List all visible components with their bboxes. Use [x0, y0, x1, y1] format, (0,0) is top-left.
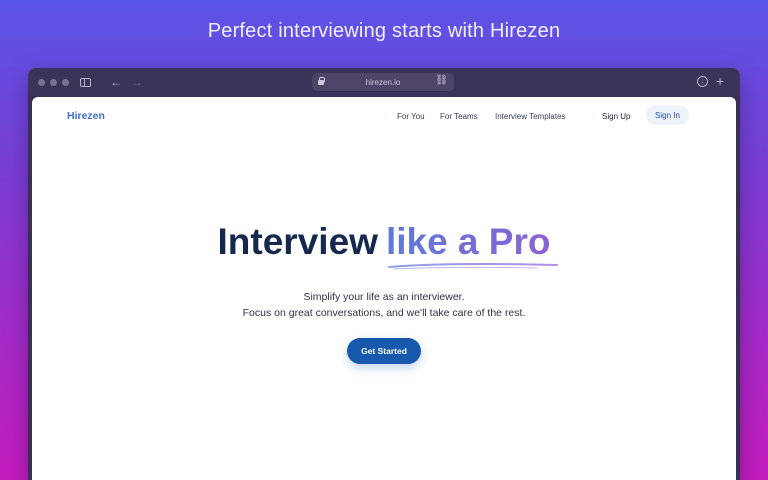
back-arrow-icon[interactable]: ←: [110, 74, 122, 90]
get-started-button[interactable]: Get Started: [347, 338, 421, 364]
hero-title-main: Interview: [217, 221, 378, 262]
minimize-window-button[interactable]: [50, 79, 57, 86]
site-logo[interactable]: Hirezen: [67, 110, 105, 122]
browser-toolbar: ← → hirezen.io ⛓ ↓ +: [28, 68, 740, 96]
address-bar[interactable]: hirezen.io ⛓: [312, 73, 454, 91]
hero-subtitle-line1: Simplify your life as an interviewer.: [303, 291, 465, 303]
download-icon[interactable]: ↓: [697, 76, 708, 87]
hero-subtitle-line2: Focus on great conversations, and we'll …: [242, 307, 526, 319]
sign-in-button[interactable]: Sign In: [646, 105, 689, 125]
hero-underline-decoration: [388, 262, 558, 270]
lock-icon: [318, 77, 325, 85]
nav-for-teams[interactable]: For Teams: [440, 112, 478, 121]
link-icon[interactable]: ⛓: [435, 75, 448, 86]
window-controls[interactable]: [38, 79, 69, 86]
url-text: hirezen.io: [365, 77, 401, 87]
nav-interview-templates[interactable]: Interview Templates: [495, 112, 566, 121]
forward-arrow-icon[interactable]: →: [131, 74, 143, 90]
browser-window: ← → hirezen.io ⛓ ↓ + Hirezen For You For…: [28, 68, 740, 480]
maximize-window-button[interactable]: [62, 79, 69, 86]
close-window-button[interactable]: [38, 79, 45, 86]
sidebar-icon[interactable]: [80, 78, 91, 87]
hero-title: Interview like a Pro: [32, 221, 736, 263]
plus-icon[interactable]: +: [716, 73, 724, 89]
hero-title-accent: like a Pro: [385, 221, 551, 262]
promo-headline: Perfect interviewing starts with Hirezen: [207, 20, 561, 42]
web-page: Hirezen For You For Teams Interview Temp…: [32, 97, 736, 480]
nav-for-you[interactable]: For You: [397, 112, 425, 121]
sign-up-link[interactable]: Sign Up: [602, 112, 630, 121]
